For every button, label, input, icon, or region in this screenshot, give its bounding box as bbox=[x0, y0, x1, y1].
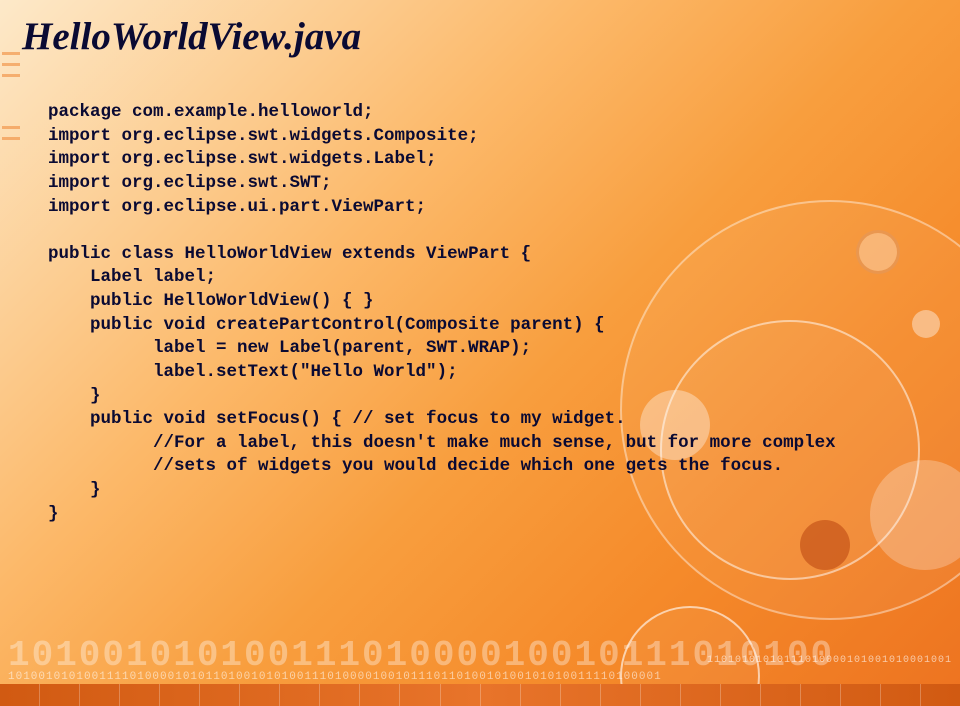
slide-footer: 11010101010111010000101001010001001 1010… bbox=[0, 642, 960, 706]
code-block: package com.example.helloworld; import o… bbox=[22, 101, 938, 526]
decorative-bar bbox=[0, 684, 960, 706]
decorative-binary: 11010101010111010000101001010001001 bbox=[707, 655, 952, 666]
slide-content: HelloWorldView.java package com.example.… bbox=[0, 0, 960, 540]
page-title: HelloWorldView.java bbox=[22, 14, 938, 59]
